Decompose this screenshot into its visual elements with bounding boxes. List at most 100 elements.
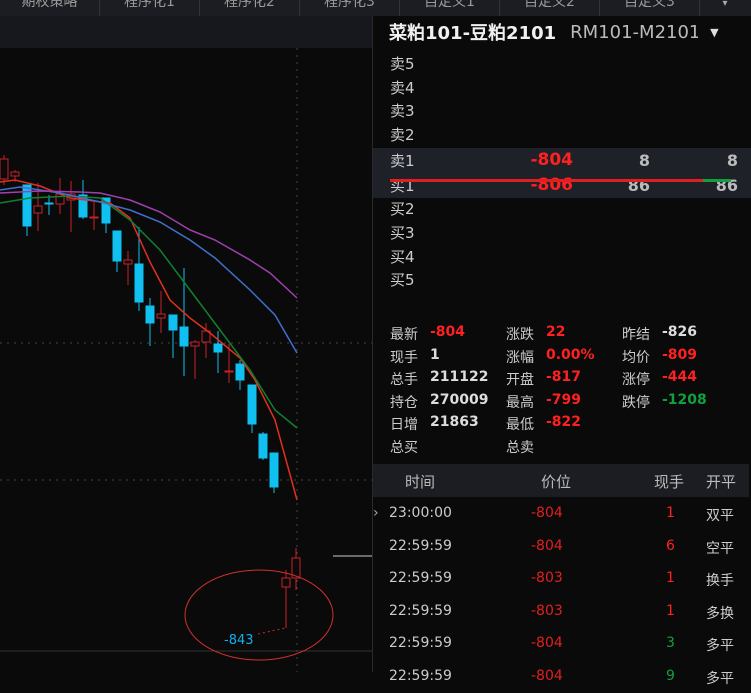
level-label: 卖5 bbox=[390, 55, 415, 73]
orderbook-row-best[interactable]: 卖1 -804 8 8 bbox=[373, 147, 751, 173]
tab-custom-3[interactable]: 自定义3 bbox=[600, 0, 700, 16]
stat-value: 211122 bbox=[430, 369, 489, 385]
stat-item: 总买 bbox=[390, 437, 430, 457]
trades-header: 时间 价位 现手 开平 bbox=[373, 464, 749, 497]
orderbook-row[interactable]: 卖5 bbox=[373, 51, 751, 76]
tab-option-strategy[interactable]: 期权策略 bbox=[0, 0, 100, 16]
contract-name: 菜粕101-豆粕2101 bbox=[389, 23, 557, 44]
tab-custom-1[interactable]: 自定义1 bbox=[400, 0, 500, 16]
trade-volume: 3 bbox=[666, 635, 675, 651]
candle-body bbox=[134, 263, 144, 303]
quote-panel: 菜粕101-豆粕2101 RM101-M2101 ▼ 卖5 卖4 卖3 卖2 卖1 -80… bbox=[372, 16, 751, 687]
tabs-more-icon[interactable]: ▾ bbox=[700, 0, 750, 16]
orderbook-row[interactable]: 买3 bbox=[373, 220, 751, 245]
trade-volume: 6 bbox=[666, 537, 675, 554]
stat-label: 总手 bbox=[390, 372, 418, 388]
trade-row[interactable]: 22:59:59 -804 3 多平 bbox=[373, 627, 749, 660]
stat-label: 日增 bbox=[390, 417, 418, 433]
trade-price: -804 bbox=[531, 635, 563, 651]
stat-label: 持仓 bbox=[390, 394, 418, 411]
stat-label: 现手 bbox=[390, 349, 418, 366]
trade-type: 多平 bbox=[706, 638, 734, 654]
candle-body bbox=[0, 158, 9, 180]
orderbook-row[interactable]: 卖3 bbox=[373, 98, 751, 123]
trade-volume: 9 bbox=[666, 667, 675, 684]
trade-type: 换手 bbox=[706, 573, 734, 589]
trade-type: 空平 bbox=[706, 540, 734, 557]
stat-item: 日增 21863 bbox=[390, 414, 479, 434]
bid-ask-ratio-bar bbox=[390, 179, 703, 182]
orderbook-row[interactable]: 买4 bbox=[373, 244, 751, 269]
stat-item: 开盘 -817 bbox=[506, 369, 581, 389]
level-price: -806 bbox=[530, 175, 573, 195]
trade-row[interactable]: 22:59:59 -803 1 多换 bbox=[373, 595, 749, 628]
trade-row[interactable]: 22:59:59 -803 1 换手 bbox=[373, 562, 749, 595]
orderbook-row[interactable]: 买2 bbox=[373, 196, 751, 221]
orderbook-row[interactable]: 买5 bbox=[373, 267, 751, 292]
stat-label: 最高 bbox=[506, 394, 534, 411]
stat-value: -822 bbox=[546, 414, 582, 430]
candle-body bbox=[190, 341, 200, 347]
stat-value: -444 bbox=[662, 369, 698, 385]
orderbook-row[interactable]: 卖2 bbox=[373, 122, 751, 147]
trade-row[interactable]: 22:59:59 -804 9 多平 bbox=[373, 660, 749, 693]
trade-price: -803 bbox=[531, 602, 563, 619]
candle-body bbox=[123, 259, 133, 265]
stat-item: 涨幅 0.00% bbox=[506, 347, 595, 367]
low-price-label: -843 bbox=[224, 633, 254, 648]
moving-average-line-4 bbox=[0, 190, 298, 299]
trade-time: 22:59:59 bbox=[389, 602, 452, 619]
stat-value: 1 bbox=[430, 346, 440, 363]
trade-time: 22:59:59 bbox=[389, 667, 452, 684]
candle-body bbox=[247, 384, 257, 425]
level-label: 卖2 bbox=[390, 126, 415, 145]
chart-toolbar bbox=[0, 16, 372, 48]
stat-item: 涨停 -444 bbox=[622, 369, 697, 389]
trade-row[interactable]: 22:59:59 -804 6 空平 bbox=[373, 530, 749, 563]
stat-label: 涨跌 bbox=[506, 327, 534, 343]
trade-type: 多换 bbox=[706, 605, 734, 622]
stat-label: 昨结 bbox=[622, 327, 650, 343]
candlestick-chart[interactable]: -843 bbox=[0, 48, 372, 672]
trade-type: 多平 bbox=[706, 670, 734, 687]
trade-time: 22:59:59 bbox=[389, 570, 452, 586]
tab-custom-2[interactable]: 自定义2 bbox=[500, 0, 600, 16]
candle-body bbox=[44, 202, 54, 205]
level-label: 卖4 bbox=[390, 78, 415, 97]
stat-label: 跌停 bbox=[622, 394, 650, 411]
trade-time: 23:00:00 bbox=[389, 505, 452, 521]
col-time: 时间 bbox=[405, 473, 436, 491]
stat-label: 均价 bbox=[622, 349, 650, 366]
col-volume: 现手 bbox=[654, 473, 685, 491]
candle-body bbox=[213, 343, 223, 353]
trade-price: -804 bbox=[531, 667, 563, 684]
trade-volume: 1 bbox=[666, 570, 675, 586]
trade-time: 22:59:59 bbox=[389, 635, 452, 651]
stat-label: 涨停 bbox=[622, 372, 650, 388]
orderbook-row-best[interactable]: 买1 -806 86 86 bbox=[373, 172, 751, 198]
candle-body bbox=[224, 370, 234, 373]
tab-program-1[interactable]: 程序化1 bbox=[100, 0, 200, 16]
stat-item: 持仓 270009 bbox=[390, 392, 488, 412]
trade-row[interactable]: › 23:00:00 -804 1 双平 bbox=[373, 497, 749, 530]
tab-program-3[interactable]: 程序化3 bbox=[300, 0, 400, 16]
dropdown-icon[interactable]: ▼ bbox=[710, 26, 718, 39]
tab-program-2[interactable]: 程序化2 bbox=[200, 0, 300, 16]
stat-label: 最新 bbox=[390, 327, 418, 343]
orderbook-row[interactable]: 卖4 bbox=[373, 75, 751, 100]
candle-body bbox=[156, 313, 166, 319]
candle-body bbox=[258, 433, 268, 459]
candle-body bbox=[281, 577, 291, 588]
level-label: 买3 bbox=[390, 223, 415, 242]
stat-label: 开盘 bbox=[506, 372, 534, 388]
trade-price: -803 bbox=[531, 570, 563, 586]
stat-value: 270009 bbox=[430, 391, 489, 408]
low-pointer-line bbox=[257, 627, 286, 635]
candle-body bbox=[112, 230, 122, 262]
stat-label: 最低 bbox=[506, 417, 534, 433]
contract-header[interactable]: 菜粕101-豆粕2101 RM101-M2101 ▼ bbox=[373, 16, 751, 48]
level-label: 买4 bbox=[390, 247, 415, 266]
level-volume: 8 bbox=[638, 150, 650, 170]
level-label: 卖3 bbox=[390, 102, 415, 121]
stat-item: 总手 211122 bbox=[390, 369, 488, 389]
